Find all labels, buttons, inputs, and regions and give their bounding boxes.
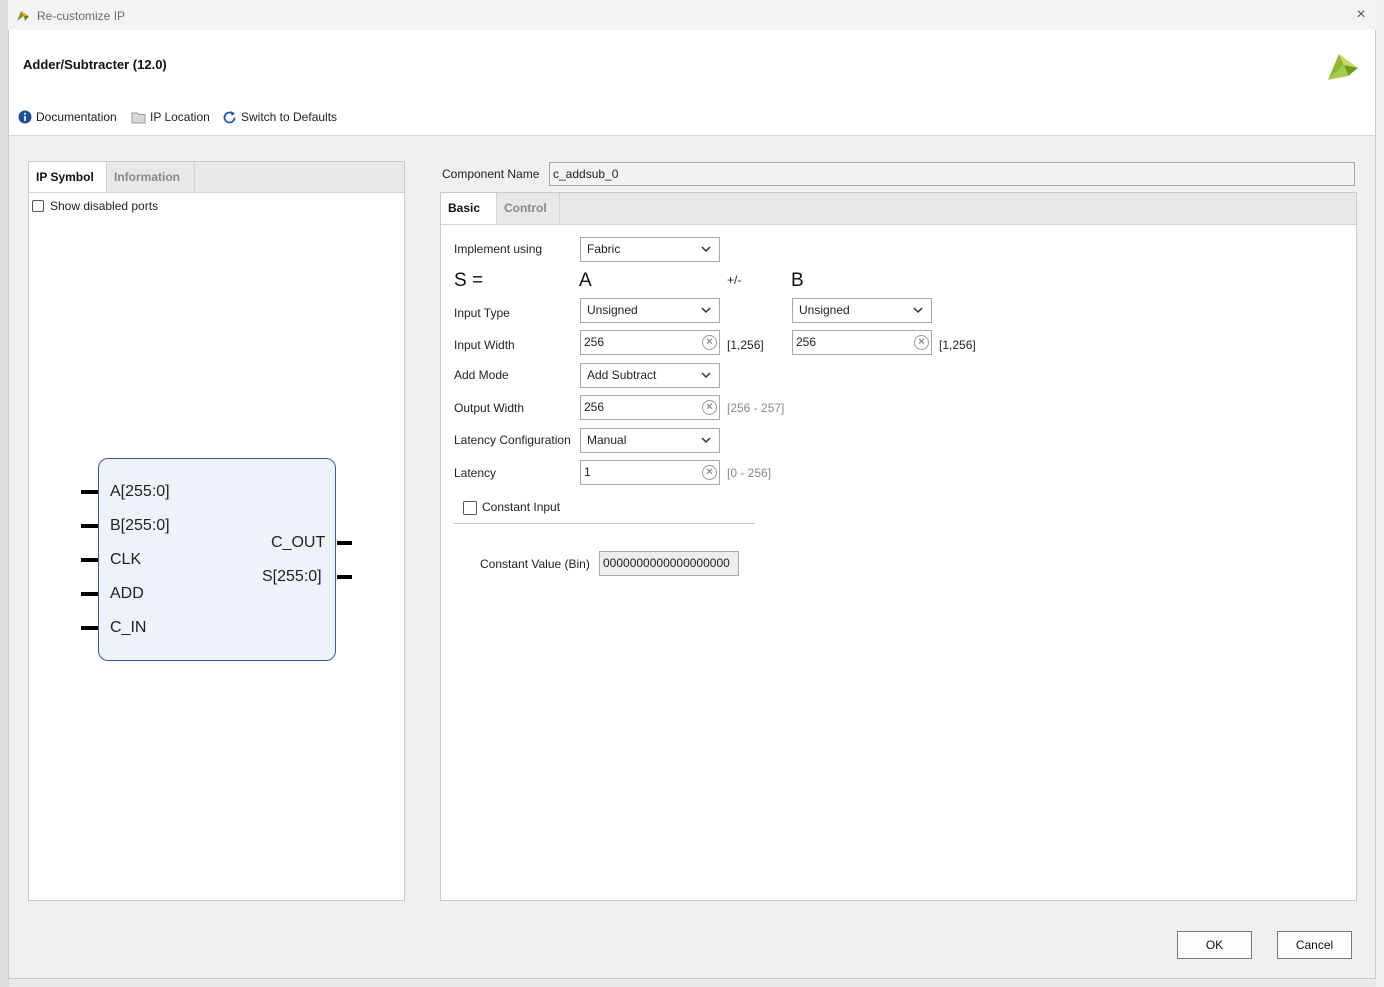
xilinx-logo-icon — [1328, 54, 1358, 80]
close-icon[interactable]: × — [1352, 6, 1370, 24]
equation-b: B — [791, 270, 804, 291]
tab-ip-symbol[interactable]: IP Symbol — [29, 162, 107, 192]
documentation-label: Documentation — [36, 110, 117, 124]
ip-location-label: IP Location — [150, 110, 210, 124]
tab-control[interactable]: Control — [497, 193, 560, 224]
input-type-label: Input Type — [454, 306, 510, 320]
port-add: ADD — [110, 585, 144, 602]
window-title: Re-customize IP — [37, 9, 126, 23]
input-width-a-field[interactable]: 256 × — [580, 330, 720, 355]
show-disabled-ports-checkbox[interactable] — [32, 200, 44, 212]
chevron-down-icon — [701, 307, 711, 314]
switch-to-defaults-button[interactable]: Switch to Defaults — [222, 109, 337, 125]
constant-input-label: Constant Input — [482, 500, 561, 514]
equation-s: S = — [454, 270, 484, 291]
input-width-a-range: [1,256] — [727, 338, 764, 352]
chevron-down-icon — [701, 372, 711, 379]
latency-config-select[interactable]: Manual — [580, 428, 720, 453]
clear-icon[interactable]: × — [702, 465, 717, 480]
input-type-b-value: Unsigned — [799, 303, 850, 317]
port-c-out: C_OUT — [271, 534, 326, 551]
port-s: S[255:0] — [262, 568, 322, 585]
right-tab-strip — [441, 193, 1356, 225]
background-window-edge-right — [1376, 0, 1384, 987]
chevron-down-icon — [701, 246, 711, 253]
add-mode-label: Add Mode — [454, 368, 509, 382]
chevron-down-icon — [913, 307, 923, 314]
latency-config-label: Latency Configuration — [454, 433, 571, 447]
latency-label: Latency — [454, 466, 497, 480]
port-pin — [337, 575, 352, 579]
switch-to-defaults-label: Switch to Defaults — [241, 110, 338, 124]
info-icon — [18, 110, 32, 124]
input-width-a-value: 256 — [584, 335, 605, 349]
documentation-button[interactable]: Documentation — [18, 109, 117, 125]
component-name-label: Component Name — [442, 167, 540, 181]
header-area — [9, 30, 1375, 136]
implement-using-select[interactable]: Fabric — [580, 237, 720, 262]
clear-icon[interactable]: × — [914, 335, 929, 350]
input-type-b-select[interactable]: Unsigned — [792, 298, 932, 323]
ip-location-button[interactable]: IP Location — [131, 109, 210, 125]
latency-config-value: Manual — [587, 433, 627, 447]
input-width-b-field[interactable]: 256 × — [792, 330, 932, 355]
port-c-in: C_IN — [110, 619, 147, 636]
port-a: A[255:0] — [110, 483, 170, 500]
port-pin — [81, 558, 98, 562]
implement-using-value: Fabric — [587, 242, 621, 256]
input-width-b-value: 256 — [796, 335, 817, 349]
constant-value-label: Constant Value (Bin) — [480, 557, 590, 571]
equation-a: A — [579, 270, 592, 291]
implement-using-label: Implement using — [454, 242, 543, 256]
clear-icon[interactable]: × — [702, 335, 717, 350]
port-b: B[255:0] — [110, 517, 170, 534]
latency-range: [0 - 256] — [727, 466, 772, 480]
refresh-icon — [223, 110, 236, 123]
output-width-range: [256 - 257] — [727, 401, 785, 415]
constant-input-checkbox[interactable] — [463, 501, 477, 515]
chevron-down-icon — [701, 437, 711, 444]
output-width-field[interactable]: 256 × — [580, 395, 720, 420]
input-width-b-range: [1,256] — [939, 338, 976, 352]
port-pin — [81, 592, 98, 596]
port-pin — [81, 524, 98, 528]
output-width-label: Output Width — [454, 401, 525, 415]
input-width-label: Input Width — [454, 338, 515, 352]
folder-icon — [131, 112, 146, 123]
input-type-a-select[interactable]: Unsigned — [580, 298, 720, 323]
separator — [454, 523, 755, 524]
equation-operator: +/- — [727, 273, 742, 287]
port-pin — [81, 626, 98, 630]
port-pin — [337, 541, 352, 545]
ip-title: Adder/Subtracter (12.0) — [23, 57, 167, 72]
input-type-a-value: Unsigned — [587, 303, 638, 317]
app-logo-icon — [17, 11, 29, 21]
output-width-value: 256 — [584, 400, 605, 414]
title-bar — [8, 0, 1376, 30]
port-pin — [81, 490, 98, 494]
cancel-button[interactable]: Cancel — [1277, 931, 1352, 959]
add-mode-value: Add Subtract — [587, 368, 657, 382]
tab-basic[interactable]: Basic — [441, 193, 497, 224]
clear-icon[interactable]: × — [702, 400, 717, 415]
latency-value: 1 — [584, 465, 591, 479]
show-disabled-ports-label: Show disabled ports — [50, 199, 159, 213]
latency-field[interactable]: 1 × — [580, 460, 720, 485]
add-mode-select[interactable]: Add Subtract — [580, 363, 720, 388]
constant-value-field: 0000000000000000000 — [599, 551, 739, 576]
component-name-field[interactable]: c_addsub_0 — [549, 162, 1355, 186]
tab-information[interactable]: Information — [107, 162, 195, 192]
ok-button[interactable]: OK — [1177, 931, 1252, 959]
port-clk: CLK — [110, 551, 142, 568]
